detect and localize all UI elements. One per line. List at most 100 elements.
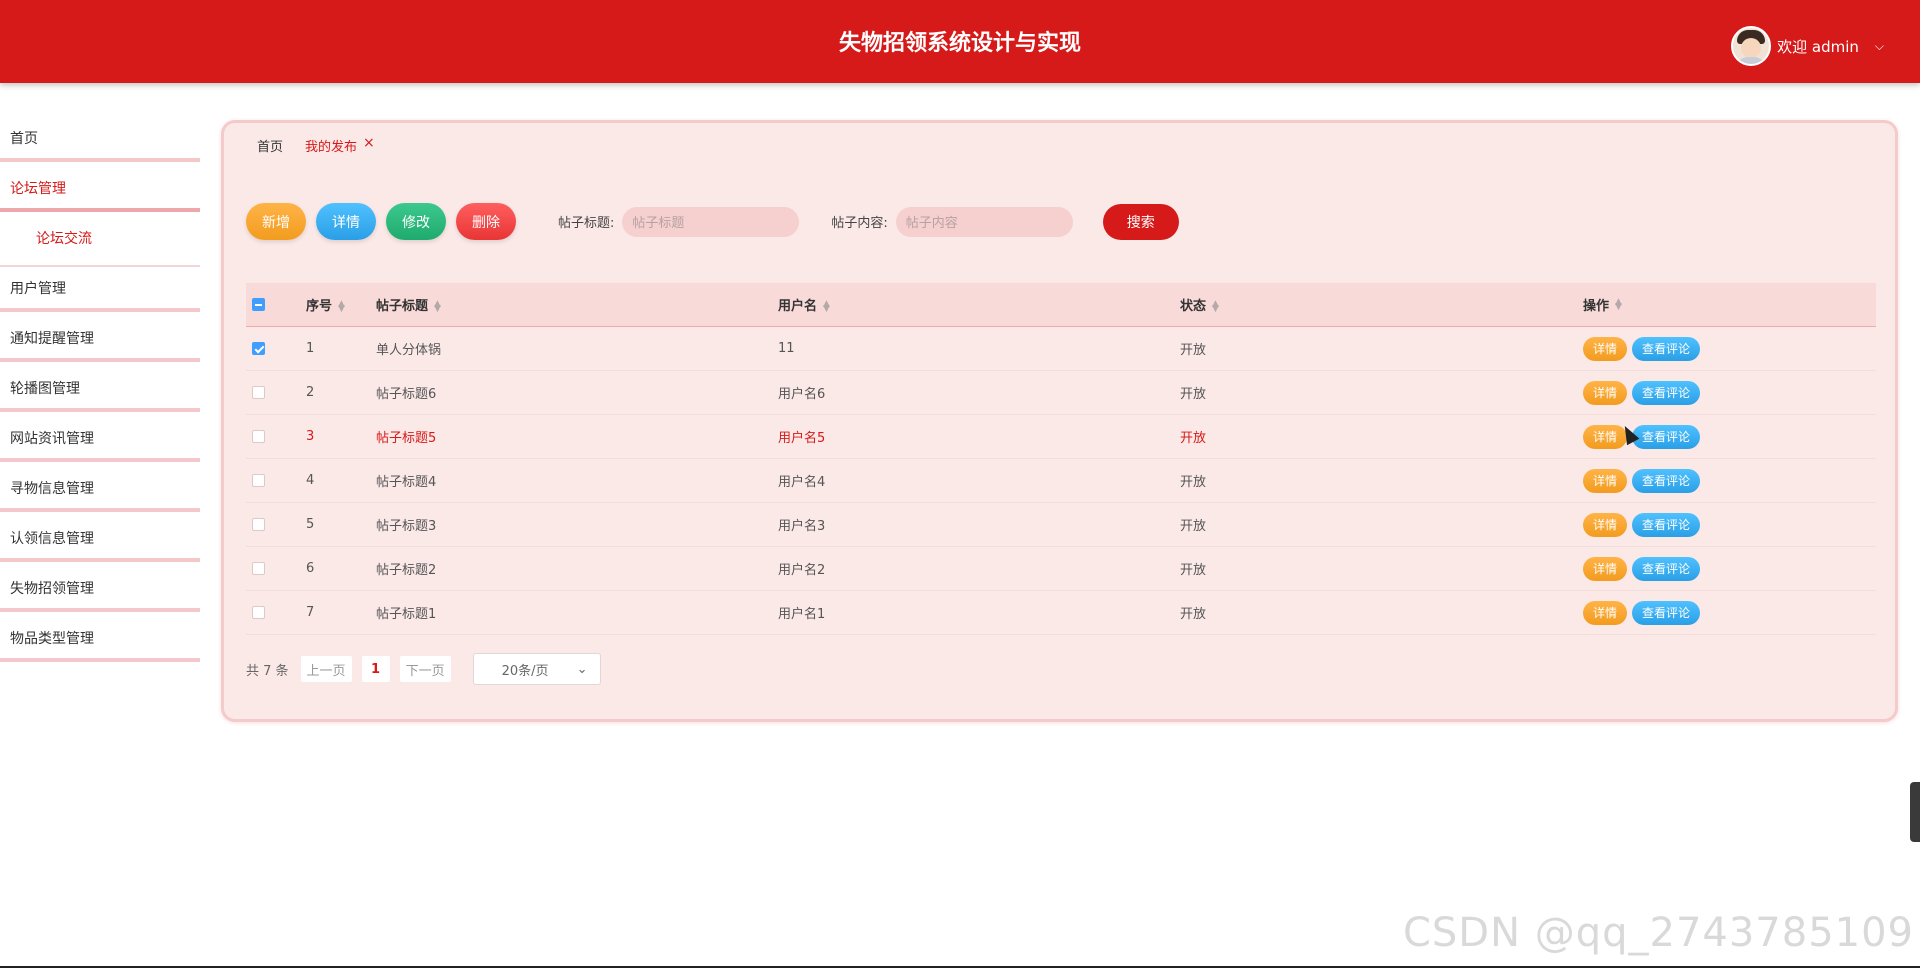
- sidebar-item-news-management[interactable]: 网站资讯管理: [0, 420, 200, 470]
- sort-icon: ▲ ▼: [823, 298, 830, 314]
- tab-home[interactable]: 首页: [257, 136, 283, 155]
- sidebar-item-notification-management[interactable]: 通知提醒管理: [0, 320, 200, 370]
- table-row[interactable]: 7 帖子标题1 用户名1 开放 详情 查看评论: [246, 591, 1876, 635]
- scroll-handle[interactable]: [1910, 782, 1920, 842]
- edit-button[interactable]: 修改: [386, 203, 446, 240]
- row-detail-button[interactable]: 详情: [1583, 468, 1627, 493]
- header-title[interactable]: 帖子标题 ▲ ▼: [376, 295, 778, 314]
- cell-title: 帖子标题6: [376, 387, 437, 402]
- cell-title: 单人分体锅: [376, 343, 442, 358]
- tab-bar: 首页 我的发布 ×: [257, 135, 375, 156]
- app-title: 失物招领系统设计与实现: [838, 31, 1081, 56]
- cell-index: 5: [306, 517, 315, 532]
- row-comments-button[interactable]: 查看评论: [1632, 512, 1700, 537]
- table-row[interactable]: 5 帖子标题3 用户名3 开放 详情 查看评论: [246, 503, 1876, 547]
- avatar[interactable]: [1731, 26, 1772, 66]
- row-checkbox[interactable]: [252, 386, 265, 399]
- row-detail-button[interactable]: 详情: [1583, 600, 1627, 625]
- row-comments-button[interactable]: 查看评论: [1632, 336, 1700, 361]
- row-checkbox[interactable]: [252, 430, 265, 443]
- row-detail-button[interactable]: 详情: [1583, 336, 1627, 361]
- cell-title: 帖子标题1: [376, 607, 437, 622]
- sidebar-item-item-type-management[interactable]: 物品类型管理: [0, 620, 200, 670]
- row-comments-button[interactable]: 查看评论: [1632, 600, 1700, 625]
- cell-title: 帖子标题2: [376, 563, 437, 578]
- cell-title: 帖子标题3: [376, 519, 437, 534]
- row-checkbox[interactable]: [252, 606, 265, 619]
- sidebar-item-lost-found-management[interactable]: 失物招领管理: [0, 570, 200, 620]
- sort-icon: ▲ ▼: [434, 298, 441, 314]
- header-actions[interactable]: 操作 ▲ ▼: [1583, 295, 1876, 314]
- cell-username: 用户名1: [778, 607, 826, 622]
- sidebar-item-carousel-management[interactable]: 轮播图管理: [0, 370, 200, 420]
- row-comments-button[interactable]: 查看评论: [1632, 380, 1700, 405]
- row-comments-button[interactable]: 查看评论: [1632, 468, 1700, 493]
- cell-status: 开放: [1180, 387, 1207, 402]
- main-panel: 首页 我的发布 × 新增 详情 修改 删除 帖子标题: 帖子标题 帖子内容: 帖…: [221, 120, 1898, 722]
- header-username[interactable]: 用户名 ▲ ▼: [778, 295, 1180, 314]
- delete-button[interactable]: 删除: [456, 203, 516, 240]
- cell-status: 开放: [1180, 563, 1207, 578]
- sidebar-item-forum-management[interactable]: 论坛管理: [0, 170, 200, 220]
- row-checkbox[interactable]: [252, 474, 265, 487]
- detail-button[interactable]: 详情: [316, 203, 376, 240]
- cell-status: 开放: [1180, 343, 1207, 358]
- cell-index: 2: [306, 385, 315, 400]
- cell-username: 11: [778, 341, 795, 356]
- row-comments-button[interactable]: 查看评论: [1632, 424, 1700, 449]
- cell-index: 3: [306, 429, 315, 444]
- table-row[interactable]: 6 帖子标题2 用户名2 开放 详情 查看评论: [246, 547, 1876, 591]
- sidebar-item-search-info-management[interactable]: 寻物信息管理: [0, 470, 200, 520]
- row-detail-button[interactable]: 详情: [1583, 512, 1627, 537]
- content-search-label: 帖子内容:: [831, 216, 888, 231]
- header-status[interactable]: 状态 ▲ ▼: [1180, 295, 1583, 314]
- page-size-select[interactable]: 20条/页 ⌄: [472, 653, 601, 685]
- header-index[interactable]: 序号 ▲ ▼: [306, 295, 376, 314]
- cell-title: 帖子标题5: [376, 431, 437, 446]
- cell-username: 用户名5: [778, 431, 826, 446]
- sidebar-item-claim-info-management[interactable]: 认领信息管理: [0, 520, 200, 570]
- toolbar: 新增 详情 修改 删除 帖子标题: 帖子标题 帖子内容: 帖子内容 搜索: [246, 203, 1179, 240]
- sidebar: 首页 论坛管理 论坛交流 用户管理 通知提醒管理 轮播图管理 网站资讯管理 寻物…: [0, 120, 200, 670]
- cell-index: 4: [306, 473, 315, 488]
- watermark: CSDN @qq_2743785109: [1402, 910, 1914, 956]
- cell-status: 开放: [1180, 519, 1207, 534]
- welcome-text[interactable]: 欢迎 admin: [1777, 36, 1859, 57]
- page-number-button[interactable]: 1: [361, 656, 390, 682]
- pagination: 共 7 条 上一页 1 下一页 20条/页 ⌄: [246, 653, 601, 685]
- cell-status: 开放: [1180, 431, 1207, 446]
- sidebar-item-user-management[interactable]: 用户管理: [0, 270, 200, 320]
- sort-icon: ▲ ▼: [338, 298, 345, 314]
- sidebar-item-home[interactable]: 首页: [0, 120, 200, 170]
- table-row[interactable]: 2 帖子标题6 用户名6 开放 详情 查看评论: [246, 371, 1876, 415]
- content-search-input[interactable]: 帖子内容: [895, 206, 1073, 237]
- user-menu[interactable]: 欢迎 admin ⌵: [1731, 26, 1884, 66]
- page-size-value: 20条/页: [501, 663, 549, 679]
- row-checkbox[interactable]: [252, 342, 265, 355]
- row-detail-button[interactable]: 详情: [1583, 380, 1627, 405]
- cell-index: 6: [306, 561, 315, 576]
- row-checkbox[interactable]: [252, 562, 265, 575]
- row-detail-button[interactable]: 详情: [1583, 556, 1627, 581]
- cell-username: 用户名3: [778, 519, 826, 534]
- title-search-input[interactable]: 帖子标题: [622, 206, 800, 237]
- row-checkbox[interactable]: [252, 518, 265, 531]
- close-icon[interactable]: ×: [363, 135, 375, 151]
- chevron-down-icon: ⌄: [576, 661, 588, 677]
- cell-status: 开放: [1180, 475, 1207, 490]
- title-search-label: 帖子标题:: [558, 216, 615, 231]
- table-row[interactable]: 1 单人分体锅 11 开放 详情 查看评论: [246, 327, 1876, 371]
- cell-title: 帖子标题4: [376, 475, 437, 490]
- chevron-down-icon[interactable]: ⌵: [1875, 39, 1884, 54]
- row-comments-button[interactable]: 查看评论: [1632, 556, 1700, 581]
- add-button[interactable]: 新增: [246, 203, 306, 240]
- sidebar-subitem-forum-exchange[interactable]: 论坛交流: [0, 220, 200, 270]
- select-all-checkbox[interactable]: [252, 298, 265, 311]
- cell-username: 用户名2: [778, 563, 826, 578]
- search-button[interactable]: 搜索: [1102, 203, 1179, 240]
- prev-page-button[interactable]: 上一页: [300, 656, 352, 682]
- tab-my-posts[interactable]: 我的发布: [305, 136, 357, 155]
- table-row[interactable]: 4 帖子标题4 用户名4 开放 详情 查看评论: [246, 459, 1876, 503]
- next-page-button[interactable]: 下一页: [399, 656, 451, 682]
- cell-index: 7: [306, 605, 315, 620]
